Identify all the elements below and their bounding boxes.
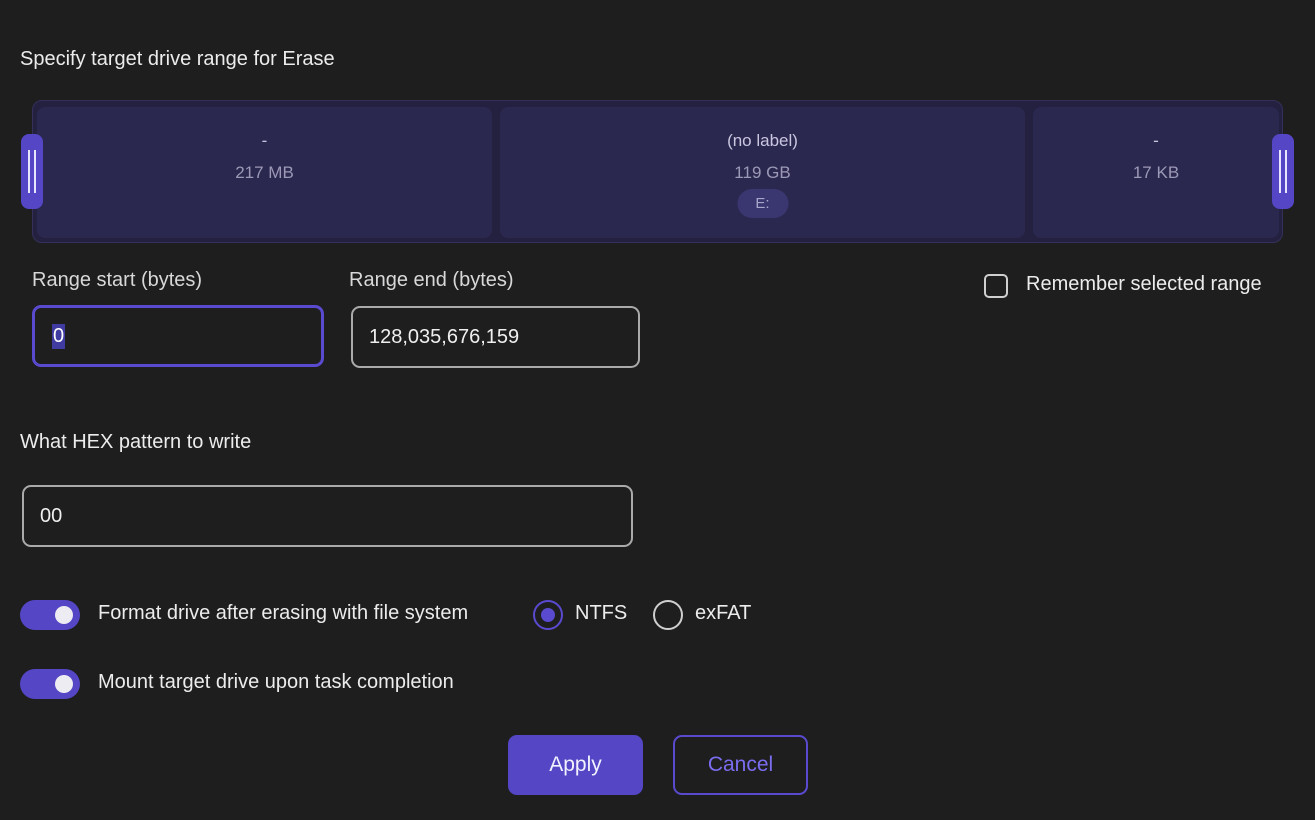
range-start-input[interactable]: 0	[32, 305, 324, 367]
partition-3[interactable]: - 17 KB	[1033, 107, 1279, 238]
ntfs-radio[interactable]	[533, 600, 563, 630]
partition-name: -	[1153, 131, 1159, 150]
mount-drive-toggle[interactable]	[20, 669, 80, 699]
range-start-value: 0	[52, 323, 66, 349]
drive-range-bar[interactable]: - 217 MB (no label) 119 GB E: - 17 KB	[32, 100, 1283, 243]
partition-name: (no label)	[727, 131, 798, 150]
range-start-label: Range start (bytes)	[32, 269, 203, 291]
range-end-input[interactable]: 128,035,676,159	[351, 306, 640, 368]
ntfs-label[interactable]: NTFS	[575, 602, 627, 625]
range-end-label: Range end (bytes)	[349, 269, 514, 291]
range-start-handle[interactable]	[21, 134, 43, 209]
remember-range-label[interactable]: Remember selected range	[1026, 273, 1262, 296]
partition-size: 17 KB	[1132, 163, 1180, 182]
mount-drive-label: Mount target drive upon task completion	[98, 671, 454, 693]
drive-letter-badge: E:	[737, 189, 788, 218]
partition-name: -	[261, 131, 268, 150]
range-section-title: Specify target drive range for Erase	[20, 48, 335, 70]
range-end-handle[interactable]	[1272, 134, 1294, 209]
partition-2[interactable]: (no label) 119 GB E:	[500, 107, 1025, 238]
toggle-knob	[55, 675, 73, 693]
grip-icon	[1279, 150, 1287, 193]
exfat-label[interactable]: exFAT	[695, 602, 751, 625]
apply-button[interactable]: Apply	[508, 735, 643, 795]
partition-size: 119 GB	[734, 163, 791, 182]
hex-pattern-input[interactable]: 00	[22, 485, 633, 547]
exfat-radio[interactable]	[653, 600, 683, 630]
format-drive-toggle[interactable]	[20, 600, 80, 630]
hex-pattern-value: 00	[40, 504, 63, 527]
partition-1[interactable]: - 217 MB	[37, 107, 492, 238]
grip-icon	[28, 150, 36, 193]
hex-section-title: What HEX pattern to write	[20, 431, 252, 453]
radio-selected-dot	[541, 608, 555, 622]
cancel-button[interactable]: Cancel	[673, 735, 808, 795]
range-end-value: 128,035,676,159	[369, 325, 520, 348]
remember-range-checkbox[interactable]	[984, 274, 1008, 298]
erase-settings-panel: Specify target drive range for Erase - 2…	[0, 0, 1315, 820]
format-drive-label: Format drive after erasing with file sys…	[98, 602, 469, 624]
partition-size: 217 MB	[235, 163, 294, 182]
toggle-knob	[55, 606, 73, 624]
